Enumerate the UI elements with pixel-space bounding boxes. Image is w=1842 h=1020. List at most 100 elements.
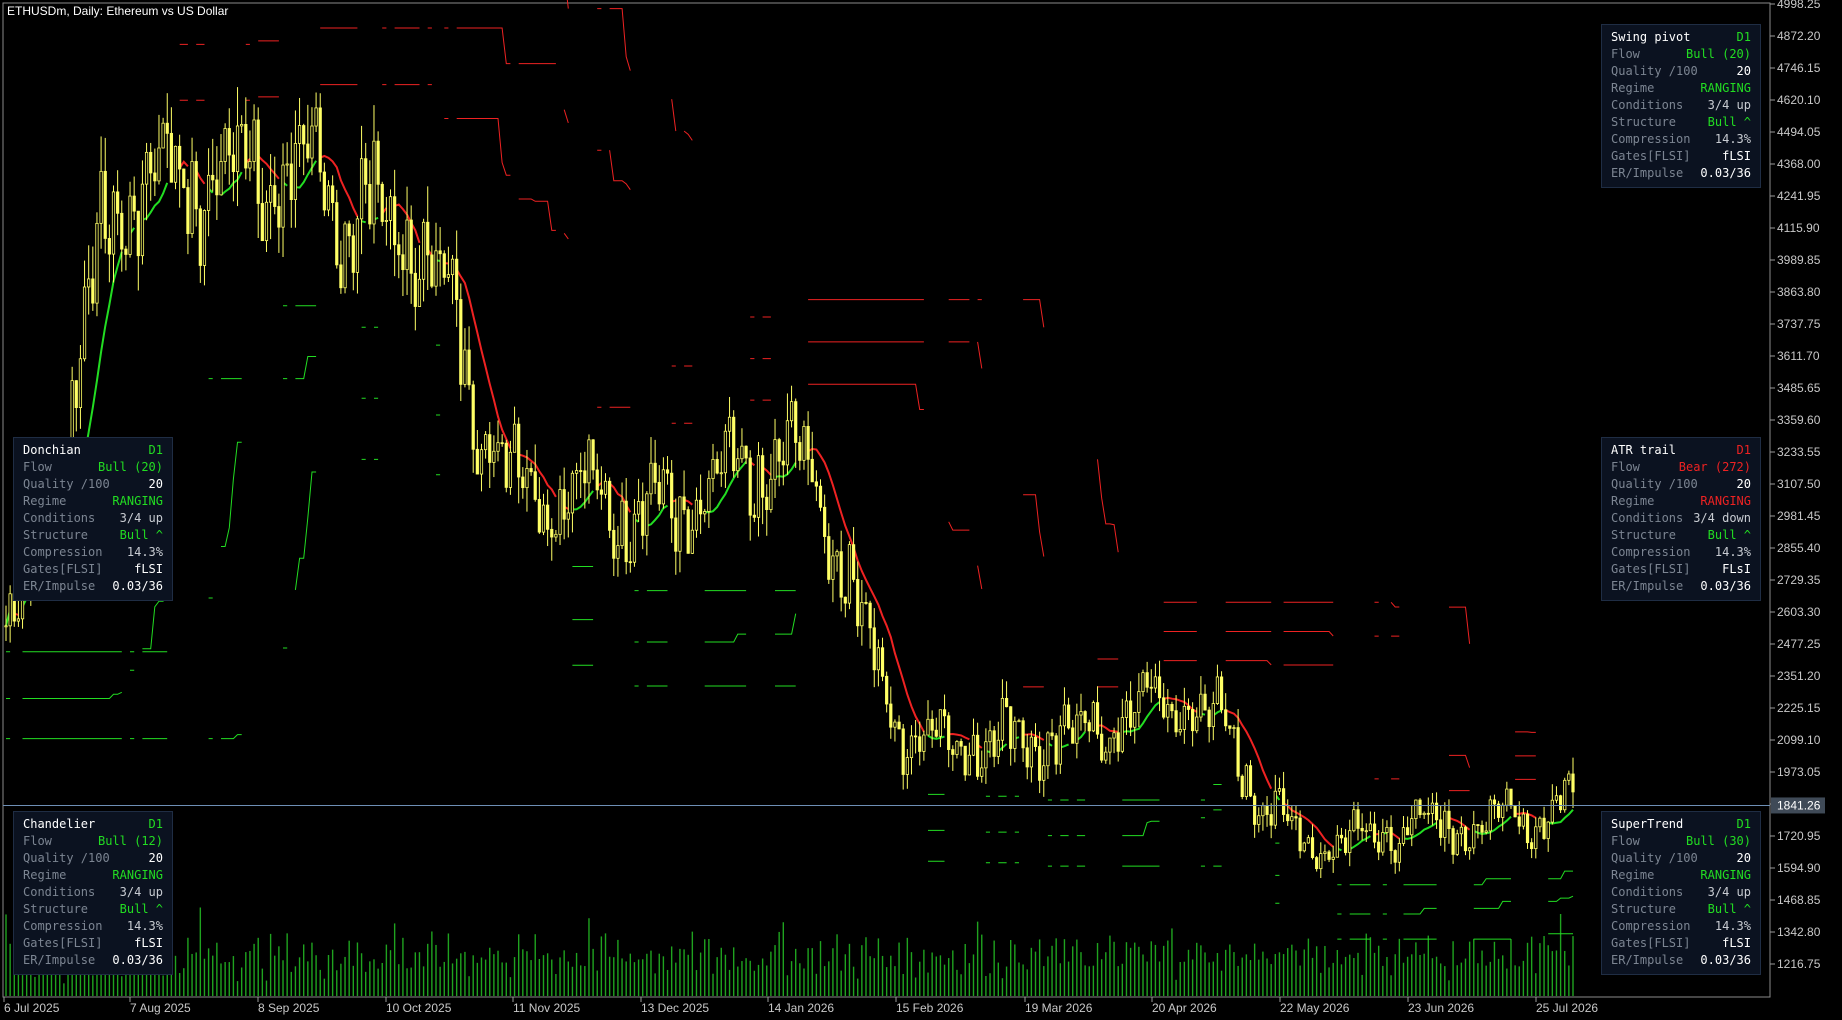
candle-body bbox=[421, 221, 426, 280]
panel-row: Flow Bull (12) bbox=[23, 834, 163, 851]
panel-row-label: Regime bbox=[1611, 81, 1655, 95]
panel-row: Structure Bull ^ bbox=[1611, 115, 1751, 132]
panel-row: Structure Bull ^ bbox=[1611, 528, 1751, 545]
panel-row-label: Flow bbox=[23, 460, 52, 474]
candle-body bbox=[1492, 799, 1497, 805]
time-label: 11 Nov 2025 bbox=[513, 1001, 580, 1015]
panel-header: Donchian D1 bbox=[23, 443, 163, 460]
panel-row-label: Compression bbox=[1611, 545, 1691, 559]
candle-body bbox=[376, 140, 380, 185]
panel-row: Flow Bull (20) bbox=[1611, 47, 1751, 64]
candle-body bbox=[517, 423, 521, 478]
candle-body bbox=[1219, 676, 1224, 711]
candle-body bbox=[938, 709, 943, 737]
candle-body bbox=[521, 476, 525, 489]
candle-body bbox=[1079, 711, 1083, 716]
candle-body bbox=[1100, 733, 1104, 761]
candle-body bbox=[91, 278, 95, 304]
panel-row-value: 20 bbox=[1736, 477, 1751, 491]
panel-row-value: RANGING bbox=[1700, 868, 1751, 882]
candle-body bbox=[612, 529, 616, 559]
candle-body bbox=[273, 185, 277, 207]
candle-body bbox=[636, 501, 641, 515]
price-label: 4620.10 bbox=[1777, 93, 1821, 107]
panel-timeframe: D1 bbox=[148, 443, 163, 457]
panel-row: ER/Impulse 0.03/36 bbox=[1611, 579, 1751, 596]
candle-body bbox=[1191, 709, 1195, 732]
candle-body bbox=[967, 754, 971, 776]
candle-body bbox=[335, 202, 339, 266]
candle-body bbox=[1091, 702, 1095, 732]
candle-body bbox=[1108, 737, 1112, 753]
candle-body bbox=[211, 174, 215, 181]
panel-row-label: Conditions bbox=[23, 885, 96, 899]
candle-body bbox=[1364, 830, 1368, 833]
candle-body bbox=[996, 739, 1000, 757]
candle-body bbox=[839, 551, 843, 598]
candle-body bbox=[1129, 700, 1133, 728]
time-label: 23 Jun 2026 bbox=[1408, 1001, 1474, 1015]
candle-body bbox=[831, 555, 835, 580]
panel-row: Quality /100 20 bbox=[1611, 851, 1751, 868]
candle-body bbox=[723, 430, 728, 474]
price-axis[interactable]: 4998.25 4872.20 4746.15 4620.10 4494.05 4368.… bbox=[3, 0, 1825, 971]
candle-body bbox=[885, 675, 889, 705]
candle-body bbox=[1261, 805, 1265, 817]
candle-body bbox=[1174, 710, 1178, 733]
candle-body bbox=[153, 172, 157, 182]
candle-body bbox=[1269, 814, 1273, 826]
panel-row-label: ER/Impulse bbox=[1611, 579, 1684, 593]
panel-row: Flow Bear (272) bbox=[1611, 460, 1751, 477]
candle-body bbox=[1265, 805, 1269, 815]
panel-row: Structure Bull ^ bbox=[23, 528, 163, 545]
time-label: 25 Jul 2026 bbox=[1536, 1001, 1598, 1015]
candle-body bbox=[1571, 773, 1575, 793]
candle-body bbox=[318, 107, 322, 173]
panel-row-label: Conditions bbox=[23, 511, 96, 525]
candle-body bbox=[1228, 725, 1232, 729]
candle-body bbox=[455, 258, 459, 300]
candle-body bbox=[264, 201, 269, 242]
panel-row-value: 14.3% bbox=[1714, 132, 1751, 146]
time-axis[interactable]: 6 Jul 2025 7 Aug 2025 8 Sep 2025 10 Oct 202… bbox=[3, 997, 1598, 1015]
panel-title: Donchian bbox=[23, 443, 81, 457]
candle-body bbox=[1327, 851, 1331, 860]
candle-body bbox=[1377, 841, 1381, 853]
panel-row-label: Structure bbox=[1611, 902, 1677, 916]
candle-body bbox=[719, 472, 723, 475]
panel-row-value: 14.3% bbox=[1714, 919, 1751, 933]
candle-body bbox=[475, 448, 479, 475]
candle-body bbox=[1013, 720, 1017, 749]
candle-body bbox=[765, 496, 769, 510]
candle-body bbox=[851, 544, 856, 580]
candle-body bbox=[269, 185, 273, 203]
panel-row-label: Quality /100 bbox=[1611, 64, 1698, 78]
candle-body bbox=[372, 140, 376, 225]
candle-body bbox=[823, 506, 827, 537]
candle-body bbox=[450, 258, 455, 276]
candle-body bbox=[1542, 817, 1546, 839]
candle-body bbox=[872, 627, 876, 671]
panel-row: Gates[FLSI] fLSI bbox=[1611, 149, 1751, 166]
price-label: 3233.55 bbox=[1777, 445, 1821, 459]
candle-body bbox=[566, 512, 570, 520]
candle-body bbox=[595, 469, 599, 491]
price-label: 3611.70 bbox=[1777, 349, 1820, 363]
candle-body bbox=[1476, 824, 1480, 826]
support-band-1 bbox=[6, 356, 1574, 915]
candle-body bbox=[1472, 824, 1476, 849]
candle-body bbox=[1356, 809, 1360, 829]
panel-timeframe: D1 bbox=[1736, 443, 1751, 457]
panel-row: ER/Impulse 0.03/36 bbox=[1611, 166, 1751, 183]
resistance-band-0 bbox=[14, 85, 1544, 791]
price-chart[interactable]: 4998.25 4872.20 4746.15 4620.10 4494.05 4368.… bbox=[0, 0, 1842, 1020]
price-label: 2351.20 bbox=[1777, 669, 1821, 683]
candle-body bbox=[339, 264, 343, 289]
candle-body bbox=[529, 468, 533, 473]
candle-body bbox=[397, 244, 401, 256]
candle-body bbox=[1381, 832, 1385, 853]
candle-body bbox=[926, 718, 930, 736]
panel-title: Chandelier bbox=[23, 817, 96, 831]
candle-body bbox=[512, 423, 517, 453]
price-label: 2477.25 bbox=[1777, 637, 1821, 651]
